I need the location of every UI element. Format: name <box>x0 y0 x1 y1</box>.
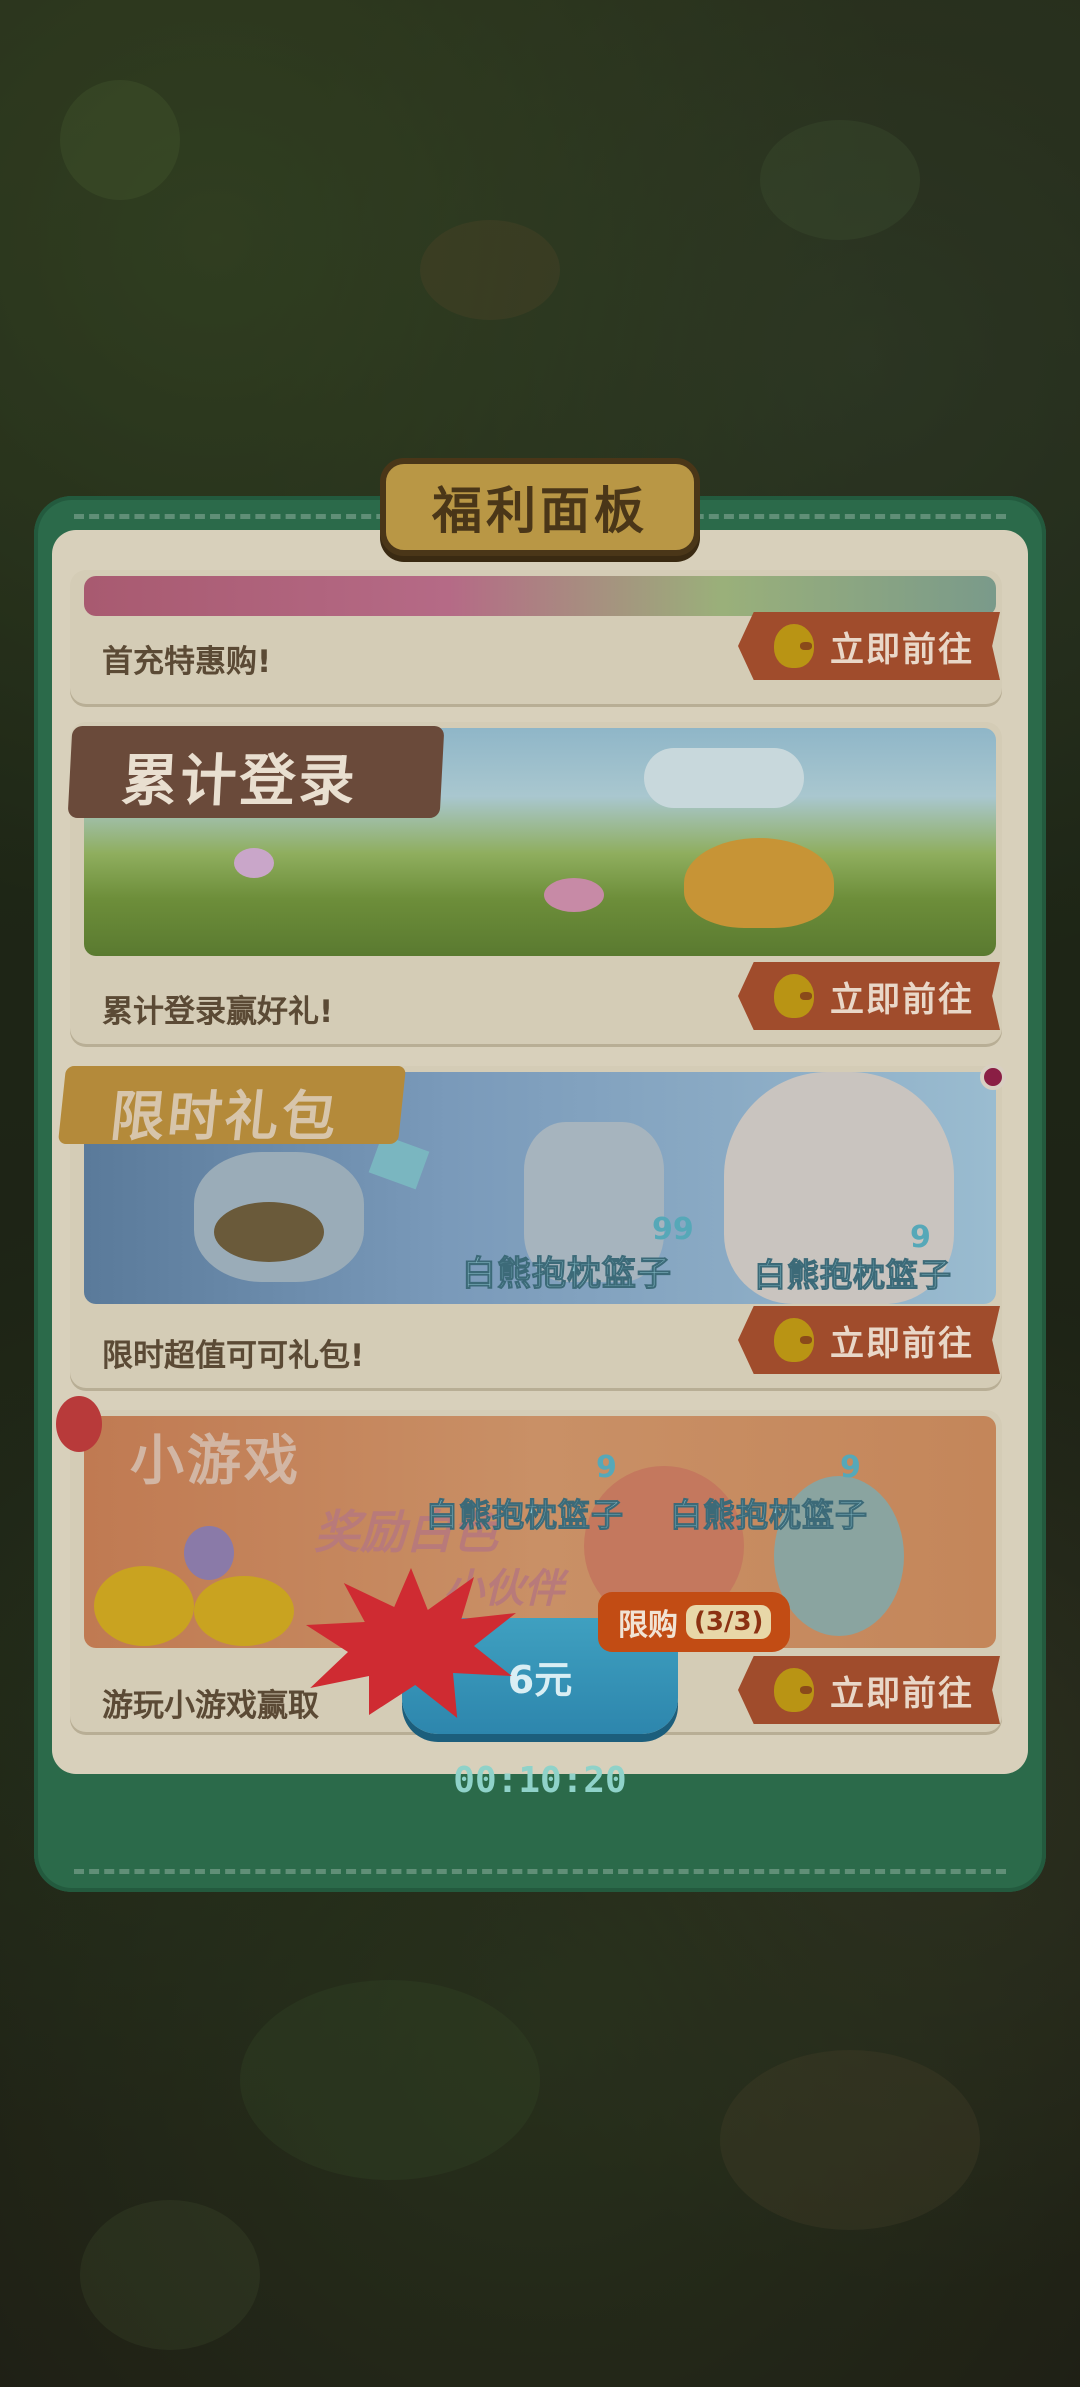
panel-title-plate: 福利面板 <box>380 458 700 556</box>
banner-title: 累计登录 <box>119 749 360 814</box>
banner-title: 限时礼包 <box>107 1085 343 1148</box>
price-label: 6元 <box>507 1657 573 1702</box>
carrot-house <box>684 838 834 928</box>
gift-cake <box>214 1202 324 1262</box>
go-now-button[interactable]: 立即前往 <box>738 612 1000 680</box>
cloud <box>644 748 804 808</box>
go-now-button[interactable]: 立即前往 <box>738 962 1000 1030</box>
go-now-button[interactable]: 立即前往 <box>738 1656 1000 1724</box>
card-limited-gift: 限时礼包 99 白熊抱枕篮子 9 白熊抱枕篮子 限时超值可可礼包! 立即前往 <box>57 1064 1006 1388</box>
limit-label: 限购 <box>618 1608 678 1643</box>
card-cumulative-login: 累计登录 累计登录赢好礼! 立即前往 <box>67 722 1002 1044</box>
limit-count: (3/3) <box>686 1605 772 1639</box>
item-name: 白熊抱枕篮子 <box>425 1496 625 1535</box>
item-count: 9 <box>596 1450 617 1485</box>
panel-title: 福利面板 <box>432 482 648 540</box>
go-now-button[interactable]: 立即前往 <box>738 1306 1000 1374</box>
balloon-cluster <box>56 1396 102 1452</box>
item-name: 白熊抱枕篮子 <box>462 1254 672 1295</box>
item-name: 白熊抱枕篮子 <box>753 1256 953 1295</box>
go-now-label: 立即前往 <box>830 1323 974 1364</box>
balloon-purple <box>184 1526 234 1580</box>
card-description: 首充特惠购! <box>102 644 272 680</box>
go-now-label: 立即前往 <box>830 629 974 670</box>
banner-title: 小游戏 <box>130 1429 301 1492</box>
card-description: 累计登录赢好礼! <box>102 994 334 1030</box>
item-count: 9 <box>840 1450 861 1485</box>
chick-icon <box>774 624 814 668</box>
login-banner-plank: 累计登录 <box>67 726 445 818</box>
countdown-timer: 00:10:20 <box>453 1760 627 1801</box>
field-flower-1 <box>234 848 274 878</box>
card-description: 游玩小游戏赢取 <box>102 1688 319 1724</box>
chick-icon <box>774 1668 814 1712</box>
go-now-label: 立即前往 <box>830 1673 974 1714</box>
duck-1 <box>94 1566 194 1646</box>
duck-2 <box>194 1576 294 1646</box>
item-name: 白熊抱枕篮子 <box>669 1496 869 1535</box>
purchase-limit-tag: 限购 (3/3) <box>598 1592 790 1652</box>
limited-gift-ribbon: 限时礼包 <box>57 1066 407 1148</box>
item-count: 99 <box>652 1212 694 1247</box>
card-description: 限时超值可可礼包! <box>102 1338 365 1374</box>
field-flower-2 <box>544 878 604 912</box>
notification-dot <box>980 1064 1006 1090</box>
first-recharge-banner <box>84 576 996 616</box>
card-first-recharge: 首充特惠购! 立即前往 <box>70 570 1002 704</box>
go-now-label: 立即前往 <box>830 979 974 1020</box>
chick-icon <box>774 1318 814 1362</box>
panel-bottom-dash <box>74 1869 1006 1874</box>
chick-icon <box>774 974 814 1018</box>
